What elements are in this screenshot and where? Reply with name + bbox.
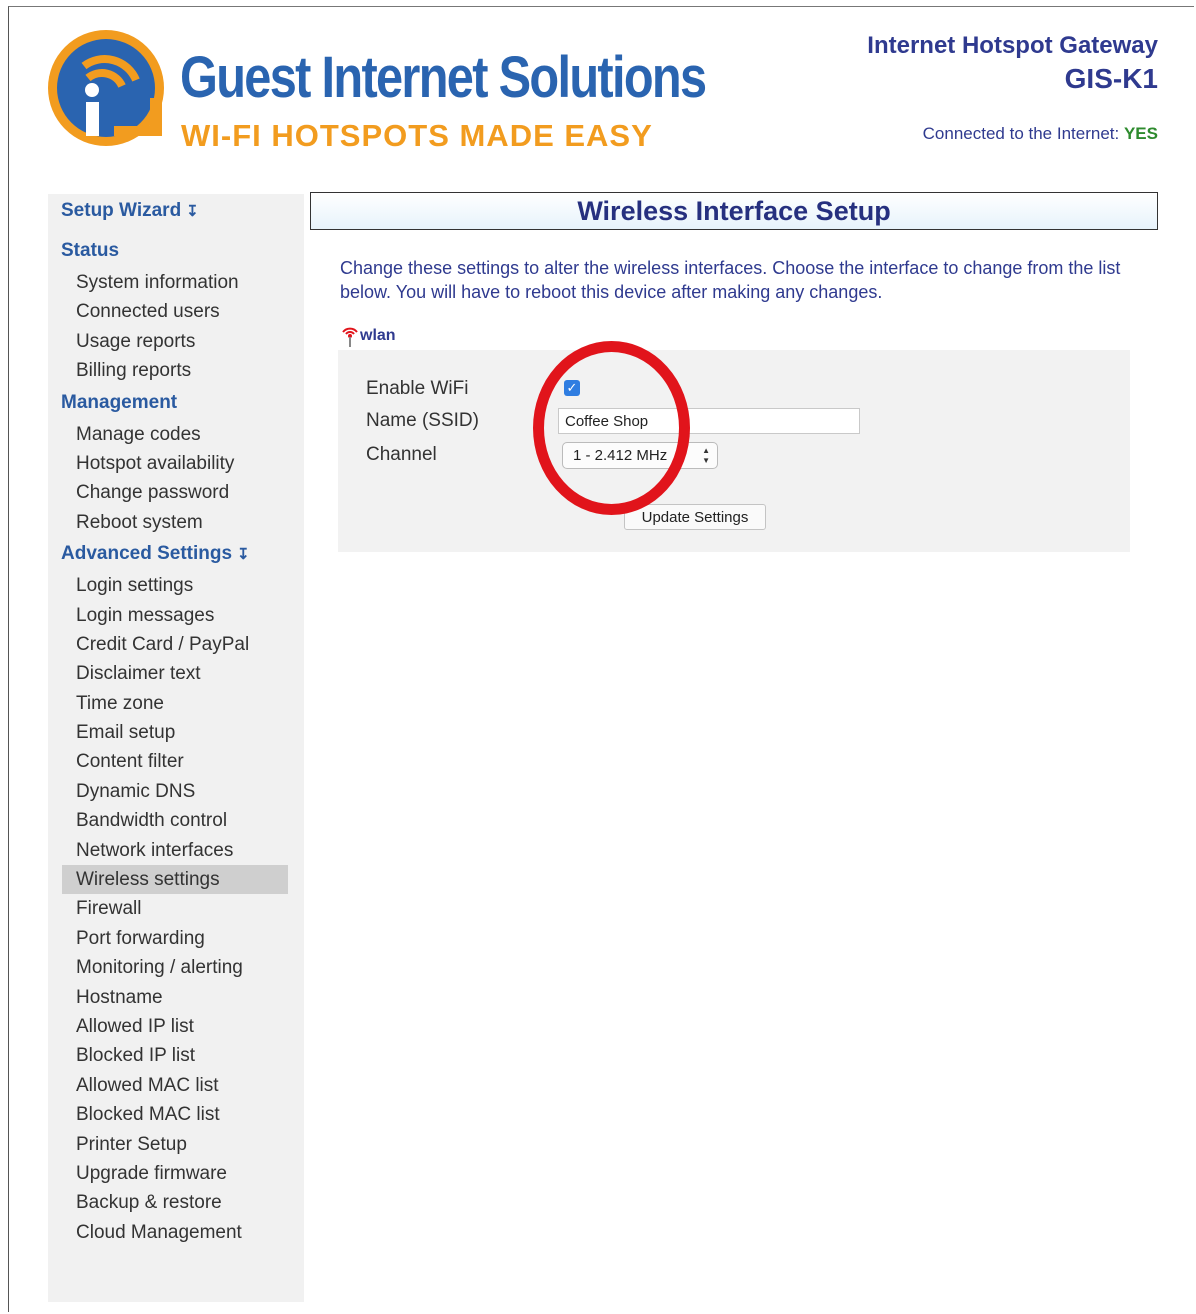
interface-header[interactable]: wlan bbox=[340, 325, 396, 347]
sidebar-item-connected-users[interactable]: Connected users bbox=[48, 297, 304, 326]
page-description: Change these settings to alter the wirel… bbox=[340, 258, 1121, 302]
chevron-down-icon: ↧ bbox=[186, 203, 199, 220]
logo-icon bbox=[48, 30, 164, 146]
management-menu: Manage codes Hotspot availability Change p… bbox=[48, 420, 304, 538]
sidebar-item-network-interfaces[interactable]: Network interfaces bbox=[48, 836, 304, 865]
advanced-settings-heading[interactable]: Advanced Settings ↧ bbox=[48, 543, 304, 565]
connection-label: Connected to the Internet: bbox=[922, 124, 1120, 143]
sidebar-item-firewall[interactable]: Firewall bbox=[48, 894, 304, 923]
ssid-label: Name (SSID) bbox=[366, 410, 479, 431]
select-arrows-icon: ▲ ▼ bbox=[702, 446, 710, 465]
sidebar-item-system-information[interactable]: System information bbox=[48, 268, 304, 297]
sidebar-item-hotspot-availability[interactable]: Hotspot availability bbox=[48, 449, 304, 478]
sidebar-item-port-forwarding[interactable]: Port forwarding bbox=[48, 924, 304, 953]
setup-wizard-link[interactable]: Setup Wizard ↧ bbox=[48, 200, 304, 222]
product-name: Internet Hotspot Gateway bbox=[867, 32, 1158, 59]
status-heading[interactable]: Status bbox=[48, 240, 304, 262]
connection-value: YES bbox=[1123, 124, 1158, 143]
status-menu: System information Connected users Usage r… bbox=[48, 268, 304, 386]
advanced-settings-menu: Login settings Login messages Credit Card … bbox=[48, 571, 304, 1247]
wireless-settings-panel: Enable WiFi ✓ Name (SSID) Channel 1 - 2.… bbox=[338, 350, 1130, 552]
interface-name: wlan bbox=[360, 327, 396, 345]
sidebar-item-manage-codes[interactable]: Manage codes bbox=[48, 420, 304, 449]
management-heading[interactable]: Management bbox=[48, 392, 304, 414]
sidebar-item-blocked-ip-list[interactable]: Blocked IP list bbox=[48, 1041, 304, 1070]
sidebar-item-allowed-mac-list[interactable]: Allowed MAC list bbox=[48, 1071, 304, 1100]
update-settings-button[interactable]: Update Settings bbox=[624, 504, 766, 530]
sidebar-item-printer-setup[interactable]: Printer Setup bbox=[48, 1130, 304, 1159]
setup-wizard-label: Setup Wizard bbox=[61, 200, 182, 221]
page-title: Wireless Interface Setup bbox=[310, 192, 1158, 230]
product-info: Internet Hotspot Gateway GIS-K1 bbox=[867, 32, 1158, 95]
sidebar-item-content-filter[interactable]: Content filter bbox=[48, 747, 304, 776]
sidebar-item-change-password[interactable]: Change password bbox=[48, 478, 304, 507]
sidebar-nav: Setup Wizard ↧ Status System information C… bbox=[48, 194, 304, 1302]
sidebar-item-disclaimer-text[interactable]: Disclaimer text bbox=[48, 659, 304, 688]
brand-name: Guest Internet Solutions bbox=[180, 45, 707, 110]
sidebar-item-login-settings[interactable]: Login settings bbox=[48, 571, 304, 600]
sidebar-item-monitoring-alerting[interactable]: Monitoring / alerting bbox=[48, 953, 304, 982]
sidebar-item-allowed-ip-list[interactable]: Allowed IP list bbox=[48, 1012, 304, 1041]
channel-label: Channel bbox=[366, 444, 437, 465]
sidebar-item-billing-reports[interactable]: Billing reports bbox=[48, 356, 304, 385]
sidebar-item-upgrade-firmware[interactable]: Upgrade firmware bbox=[48, 1159, 304, 1188]
enable-wifi-label: Enable WiFi bbox=[366, 378, 469, 399]
advanced-settings-label: Advanced Settings bbox=[61, 543, 233, 565]
sidebar-item-hostname[interactable]: Hostname bbox=[48, 983, 304, 1012]
sidebar-item-credit-card-paypal[interactable]: Credit Card / PayPal bbox=[48, 630, 304, 659]
sidebar-item-email-setup[interactable]: Email setup bbox=[48, 718, 304, 747]
sidebar-item-blocked-mac-list[interactable]: Blocked MAC list bbox=[48, 1100, 304, 1129]
sidebar-item-time-zone[interactable]: Time zone bbox=[48, 689, 304, 718]
sidebar-item-cloud-management[interactable]: Cloud Management bbox=[48, 1218, 304, 1247]
chevron-down-icon: ↧ bbox=[237, 546, 250, 564]
sidebar-item-bandwidth-control[interactable]: Bandwidth control bbox=[48, 806, 304, 835]
product-model: GIS-K1 bbox=[1064, 63, 1158, 94]
connection-status: Connected to the Internet: YES bbox=[923, 124, 1158, 144]
highlight-circle bbox=[533, 341, 690, 515]
brand-logo[interactable]: Guest Internet Solutions WI-FI HOTSPOTS … bbox=[44, 24, 707, 154]
sidebar-item-wireless-settings[interactable]: Wireless settings bbox=[62, 865, 288, 895]
sidebar-item-backup-restore[interactable]: Backup & restore bbox=[48, 1188, 304, 1217]
sidebar-item-reboot-system[interactable]: Reboot system bbox=[48, 508, 304, 537]
sidebar-item-usage-reports[interactable]: Usage reports bbox=[48, 327, 304, 356]
sidebar-item-login-messages[interactable]: Login messages bbox=[48, 601, 304, 630]
sidebar-item-dynamic-dns[interactable]: Dynamic DNS bbox=[48, 777, 304, 806]
brand-tagline: WI-FI HOTSPOTS MADE EASY bbox=[181, 118, 653, 153]
antenna-icon bbox=[342, 327, 358, 347]
